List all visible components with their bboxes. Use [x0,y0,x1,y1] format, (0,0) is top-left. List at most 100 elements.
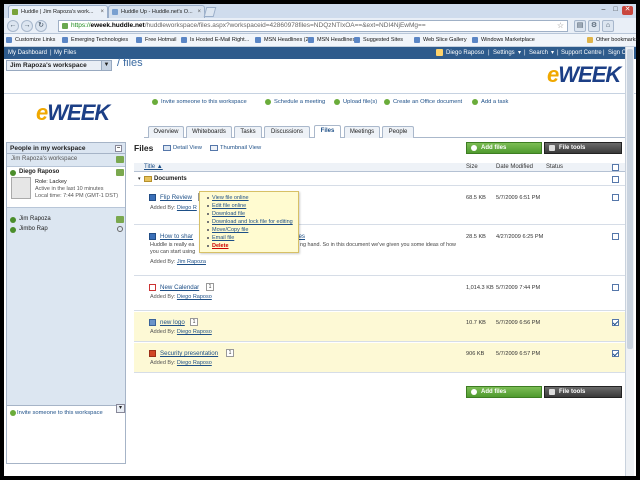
menu-download-lock-file[interactable]: Download and lock file for editing [212,219,293,225]
expand-icon[interactable]: ▾ [138,176,141,182]
my-dashboard-link[interactable]: My Dashboard [8,47,47,59]
minimize-button[interactable]: – [598,6,609,15]
bullet [207,229,209,231]
search-menu[interactable]: Search [529,47,548,59]
maximize-button[interactable]: □ [610,6,621,15]
row-checkbox[interactable] [612,284,619,291]
detail-view-link[interactable]: Detail View [173,145,202,151]
bookmark-item[interactable]: Suggested Sites [354,36,403,44]
version-badge[interactable]: 1 [206,283,214,291]
url-domain: eweek.huddle.net [90,22,145,29]
invite-action[interactable]: Invite someone to this workspace [152,96,247,108]
online-status-icon [10,170,16,176]
tab-meetings[interactable]: Meetings [344,126,380,138]
close-tab-icon[interactable]: × [197,6,201,18]
bookmark-item[interactable]: Web Slice Gallery [414,36,467,44]
close-window-button[interactable]: ✕ [622,6,633,15]
schedule-meeting-action[interactable]: Schedule a meeting [265,96,325,108]
menu-view-file-online[interactable]: View file online [212,195,249,201]
menu-delete-file[interactable]: Delete [212,243,229,249]
navigation-toolbar: ← → ↻ https://eweek.huddle.net/huddlewor… [4,18,636,34]
add-task-action[interactable]: Add a task [472,96,508,108]
close-tab-icon[interactable]: × [100,6,104,18]
bookmark-item[interactable]: Emerging Technologies [62,36,128,44]
version-badge[interactable]: 1 [190,318,198,326]
folder-name[interactable]: Documents [154,176,187,182]
menu-move-copy-file[interactable]: Move/Copy file [212,227,248,233]
tab-tasks[interactable]: Tasks [234,126,262,138]
page-menu-icon[interactable]: ▤ [574,20,586,32]
bookmark-item[interactable]: Customize Links [6,36,55,44]
row-checkbox[interactable] [612,194,619,201]
tab-people[interactable]: People [382,126,414,138]
forward-button[interactable]: → [21,20,33,32]
my-files-link[interactable]: My Files [54,47,76,59]
file-name-link[interactable]: Security presentation [160,350,218,357]
file-tools-button-bottom[interactable]: File tools [544,386,622,398]
wrench-menu-icon[interactable]: ⚙ [588,20,600,32]
nav-divider: | [488,50,490,56]
current-user-name[interactable]: Diego Raposo [19,169,59,175]
column-title[interactable]: Title ▲ [144,163,163,172]
new-tab-button[interactable] [203,7,217,17]
menu-email-file[interactable]: Email file [212,235,234,241]
files-header: Files Detail View Thumbnail View Add fil… [134,142,632,156]
people-sidebar: People in my workspace – Jim Rapoza's wo… [6,142,126,464]
other-bookmarks[interactable]: Other bookmarks [587,36,638,44]
sidebar-member-jim-rapoza[interactable]: Jim Rapoza [7,216,125,223]
bookmark-item[interactable]: Free Hotmail [136,36,176,44]
nav-divider: | [50,50,52,56]
browser-tab-huddle-workspace[interactable]: Huddle | Jim Rapoza's work... × [8,5,108,18]
bookmark-item[interactable]: Windows Marketplace [472,36,535,44]
bookmark-star-icon[interactable]: ☆ [557,21,564,31]
scrollbar-thumb[interactable] [627,49,633,349]
create-office-document-action[interactable]: Create an Office document [384,96,462,108]
file-name-link[interactable]: How to shar [160,233,193,240]
upload-files-action[interactable]: Upload file(s) [334,96,377,108]
workspace-owner-label: Jim Rapoza's workspace [11,156,78,162]
scroll-down-icon[interactable]: ▾ [116,404,125,413]
collapse-icon[interactable]: – [115,145,122,152]
address-bar[interactable]: https://eweek.huddle.net/huddleworkspace… [58,20,568,32]
add-files-button-bottom[interactable]: Add files [466,386,542,398]
row-checkbox[interactable] [612,233,619,240]
row-checkbox[interactable] [612,319,619,326]
file-name-link[interactable]: Flip Review [160,194,192,201]
menu-edit-file-online[interactable]: Edit file online [212,203,246,209]
bullet [207,245,209,247]
message-user-icon[interactable] [116,169,124,176]
home-button[interactable]: ⌂ [602,20,614,32]
settings-menu[interactable]: Settings [493,47,515,59]
tab-overview[interactable]: Overview [148,126,184,138]
invite-person-link[interactable]: Invite someone to this workspace [7,405,125,419]
file-name-link[interactable]: New Calendar [160,284,199,291]
bookmark-item[interactable]: MSN Headlines [308,36,355,44]
support-centre-link[interactable]: Support Centre [561,47,602,59]
people-list: Jim Rapoza's workspace Diego Raposo Role… [7,154,125,405]
file-name-link[interactable]: new logo [160,319,185,326]
tab-whiteboards[interactable]: Whiteboards [186,126,232,138]
add-person-icon[interactable] [116,156,124,163]
tab-files[interactable]: Files [314,125,341,138]
folder-icon [587,37,593,43]
browser-tab-huddle-up[interactable]: Huddle Up - Huddle.net's O... × [108,5,205,18]
select-all-checkbox[interactable] [612,164,619,171]
reload-button[interactable]: ↻ [35,20,47,32]
menu-download-file[interactable]: Download file [212,211,245,217]
add-files-button[interactable]: Add files [466,142,542,154]
back-button[interactable]: ← [7,20,19,32]
workspace-select[interactable]: Jim Rapoza's workspace ▼ [6,60,112,71]
bookmark-icon [136,37,142,43]
sidebar-member-jimbo-rap[interactable]: Jimbo Rap [7,226,125,233]
bookmark-item[interactable]: Is Hosted E-Mail Right... [181,36,249,44]
thumbnail-view-link[interactable]: Thumbnail View [220,145,261,151]
bookmark-item[interactable]: MSN Headlines (2) [255,36,310,44]
user-name-link[interactable]: Diego Raposo [446,47,484,59]
message-user-icon[interactable] [116,216,124,223]
tab-discussions[interactable]: Discussions [264,126,310,138]
page-scrollbar[interactable] [625,47,634,476]
row-checkbox[interactable] [612,176,619,183]
file-tools-button[interactable]: File tools [544,142,622,154]
version-badge[interactable]: 1 [226,349,234,357]
row-checkbox[interactable] [612,350,619,357]
